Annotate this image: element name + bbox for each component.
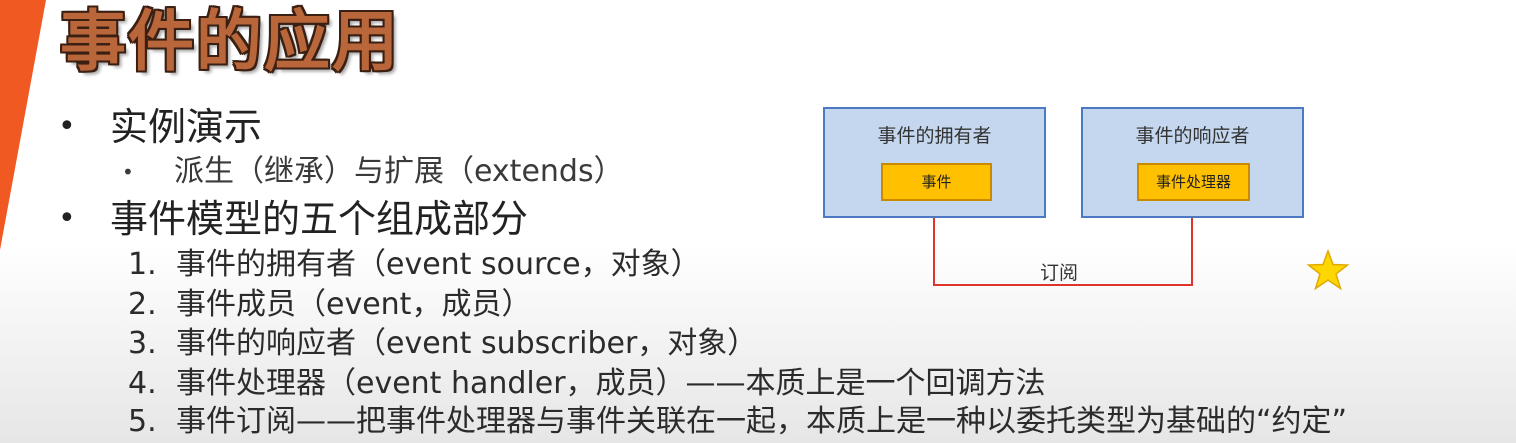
event-responder-title: 事件的响应者 xyxy=(1135,125,1250,147)
event-handler-box: 事件处理器 xyxy=(1137,163,1250,201)
event-owner-title: 事件的拥有者 xyxy=(877,125,992,147)
event-responder-box: 事件的响应者 事件处理器 xyxy=(1081,107,1304,218)
subscribe-arrow xyxy=(928,198,1193,286)
event-member-box: 事件 xyxy=(881,163,992,201)
subscribe-label: 订阅 xyxy=(1040,262,1079,284)
star-icon xyxy=(1306,249,1350,291)
event-owner-box: 事件的拥有者 事件 xyxy=(823,107,1046,218)
